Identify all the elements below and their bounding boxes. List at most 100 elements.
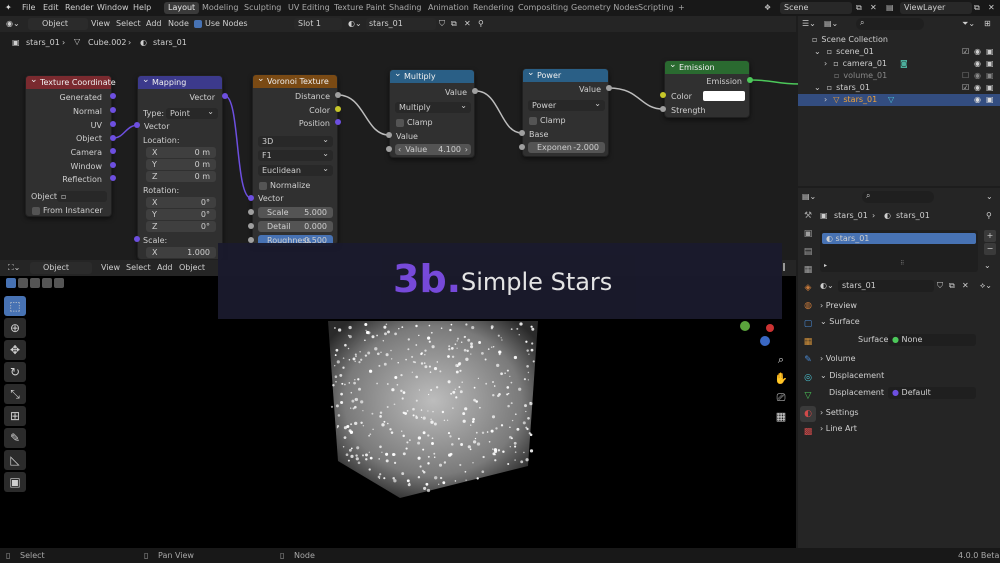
close-view-layer-icon[interactable]: ✕ bbox=[988, 2, 995, 14]
eye-icon[interactable]: ◉ bbox=[974, 94, 981, 106]
world-tab-icon[interactable]: ◍ bbox=[800, 298, 816, 314]
checkbox-icon[interactable]: ☑ bbox=[962, 82, 969, 94]
eyedropper-icon[interactable]: ▫ bbox=[57, 192, 66, 201]
remove-slot-button[interactable]: − bbox=[984, 243, 996, 255]
select-new-icon[interactable] bbox=[6, 278, 16, 288]
menu-add[interactable]: Add bbox=[157, 262, 173, 274]
socket-uv[interactable] bbox=[110, 121, 116, 127]
select-invert-icon[interactable] bbox=[42, 278, 52, 288]
feature-dropdown[interactable]: F1 bbox=[258, 148, 333, 161]
node-header[interactable]: Voronoi Texture bbox=[253, 73, 337, 88]
outliner-row[interactable]: ⌄ ▫ stars_01 ☑ ◉ ▣ bbox=[798, 82, 1000, 94]
eye-icon[interactable]: ◉ bbox=[974, 46, 981, 58]
object-mode-dropdown[interactable]: Object Mode bbox=[30, 262, 92, 284]
camera-icon[interactable]: ▣ bbox=[986, 82, 994, 94]
output-tab-icon[interactable]: ▤ bbox=[800, 244, 816, 260]
properties-search-input[interactable]: ⌕ bbox=[862, 191, 934, 203]
socket-scale[interactable] bbox=[248, 209, 254, 215]
socket-multiply-in[interactable] bbox=[386, 132, 392, 138]
camera-icon[interactable]: ▣ bbox=[986, 94, 994, 106]
node-emission[interactable]: Emission Emission Color Strength bbox=[664, 59, 750, 118]
location-z-field[interactable]: Z 0 m bbox=[146, 171, 216, 182]
outliner-editor-icon[interactable]: ☰⌄ bbox=[802, 18, 816, 30]
socket-object[interactable] bbox=[110, 135, 116, 141]
color-swatch[interactable] bbox=[703, 91, 745, 101]
menu-select[interactable]: Select bbox=[126, 262, 151, 274]
move-icon[interactable]: ✥ bbox=[4, 340, 26, 360]
section-settings[interactable]: › Settings bbox=[820, 406, 998, 420]
grid-view-icon[interactable]: ▦ bbox=[773, 407, 789, 426]
outliner-search-input[interactable]: ⌕ bbox=[856, 18, 924, 30]
section-volume[interactable]: › Volume bbox=[820, 352, 998, 366]
section-displacement[interactable]: ⌄ Displacement bbox=[820, 369, 998, 383]
modifier-tab-icon[interactable]: ✎ bbox=[800, 352, 816, 368]
select-subtract-icon[interactable] bbox=[30, 278, 40, 288]
gizmo-z-axis[interactable] bbox=[760, 336, 770, 346]
link-dropdown-icon[interactable]: ⟡⌄ bbox=[980, 280, 992, 292]
node-header[interactable]: Power bbox=[523, 67, 608, 82]
dimension-dropdown[interactable]: 3D bbox=[258, 134, 333, 147]
chevron-right-icon[interactable]: › bbox=[465, 144, 468, 155]
outliner-row[interactable]: ▫ Scene Collection bbox=[798, 34, 1000, 46]
eye-icon[interactable]: ◉ bbox=[974, 70, 981, 82]
eye-icon[interactable]: ◉ bbox=[974, 82, 981, 94]
properties-editor-icon[interactable]: ▤⌄ bbox=[802, 191, 816, 203]
section-preview[interactable]: › Preview bbox=[820, 299, 998, 313]
camera-icon[interactable]: ▣ bbox=[986, 58, 994, 70]
scale-x-field[interactable]: X 1.000 bbox=[146, 247, 216, 258]
sidebar-toggle-icon[interactable]: ‖ bbox=[782, 262, 786, 271]
socket-multiply-value[interactable] bbox=[386, 146, 392, 152]
filter-icon[interactable]: ⏷⌄ bbox=[962, 18, 975, 30]
camera-icon[interactable]: ▣ bbox=[986, 70, 994, 82]
socket-detail[interactable] bbox=[248, 223, 254, 229]
scale-icon[interactable]: ⤡ bbox=[4, 384, 26, 404]
browse-material-icon[interactable]: ◐⌄ bbox=[820, 280, 834, 292]
node-multiply[interactable]: Multiply Value Multiply Clamp Value ‹Val… bbox=[389, 68, 475, 158]
mapping-type-dropdown[interactable]: Point bbox=[166, 106, 218, 119]
annotate-icon[interactable]: ✎ bbox=[4, 428, 26, 448]
socket-generated[interactable] bbox=[110, 93, 116, 99]
select-extend-icon[interactable] bbox=[18, 278, 28, 288]
socket-normal[interactable] bbox=[110, 107, 116, 113]
pin-icon[interactable]: ⚲ bbox=[986, 210, 992, 222]
metric-dropdown[interactable]: Euclidean bbox=[258, 163, 333, 176]
material-name-field[interactable]: stars_01 bbox=[838, 280, 934, 292]
node-voronoi-texture[interactable]: Voronoi Texture Distance Color Position … bbox=[252, 73, 338, 246]
object-picker[interactable]: ▫ bbox=[57, 191, 107, 202]
socket-reflection[interactable] bbox=[110, 175, 116, 181]
render-tab-icon[interactable]: ▣ bbox=[800, 226, 816, 242]
gizmo-y-axis[interactable] bbox=[740, 321, 750, 331]
node-power[interactable]: Power Value Power Clamp Base Exponen-2.0… bbox=[522, 67, 609, 157]
socket-base[interactable] bbox=[519, 130, 525, 136]
slot-menu-icon[interactable]: ⌄ bbox=[984, 260, 991, 272]
node-header[interactable]: Emission bbox=[665, 59, 749, 74]
rotate-icon[interactable]: ↻ bbox=[4, 362, 26, 382]
object-tab-icon[interactable]: ▦ bbox=[800, 334, 816, 350]
value-field[interactable]: ‹ Value 4.100 › bbox=[395, 144, 471, 155]
transform-icon[interactable]: ⊞ bbox=[4, 406, 26, 426]
socket-window[interactable] bbox=[110, 162, 116, 168]
displacement-field[interactable]: ● Default bbox=[888, 387, 976, 399]
select-intersect-icon[interactable] bbox=[54, 278, 64, 288]
rotation-x-field[interactable]: X 0° bbox=[146, 197, 216, 208]
scene-tab-icon[interactable]: ◈ bbox=[800, 280, 816, 296]
clamp-checkbox[interactable] bbox=[529, 117, 537, 125]
options-chevron-icon[interactable]: ⌄ bbox=[986, 191, 993, 203]
node-header[interactable]: Mapping bbox=[138, 74, 222, 89]
material-slot-item[interactable]: ◐ stars_01 bbox=[822, 233, 976, 244]
display-mode-icon[interactable]: ▤⌄ bbox=[824, 18, 838, 30]
list-resize-handle[interactable]: ⠿ bbox=[900, 260, 904, 267]
outliner-row-selected[interactable]: › ▽ stars_01 ▽ ◉ ▣ bbox=[798, 94, 1000, 106]
node-header[interactable]: Texture Coordinate bbox=[26, 74, 116, 89]
copy-scene-icon[interactable]: ⧉ bbox=[856, 2, 862, 14]
camera-icon[interactable]: ▣ bbox=[986, 46, 994, 58]
pan-hand-icon[interactable]: ✋ bbox=[773, 369, 789, 388]
rotation-y-field[interactable]: Y 0° bbox=[146, 209, 216, 220]
section-surface[interactable]: ⌄ Surface bbox=[820, 315, 998, 329]
select-box-icon[interactable]: ⬚ bbox=[4, 296, 26, 316]
outliner-row[interactable]: ⌄ ▫ scene_01 ☑ ◉ ▣ bbox=[798, 46, 1000, 58]
view-layer-selector[interactable]: ViewLayer bbox=[900, 2, 972, 14]
operation-dropdown[interactable]: Power bbox=[528, 98, 605, 111]
eye-icon[interactable]: ◉ bbox=[974, 58, 981, 70]
expand-icon[interactable]: ⌄ bbox=[798, 47, 821, 56]
